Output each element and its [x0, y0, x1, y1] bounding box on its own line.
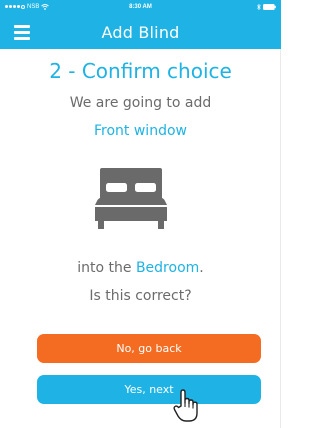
room-line: into the Bedroom. — [0, 260, 281, 276]
room-name: Bedroom — [135, 260, 200, 276]
room-prefix: into the — [77, 260, 136, 276]
page-title: Add Blind — [101, 23, 180, 42]
status-right — [257, 4, 276, 10]
step-title: 2 - Confirm choice — [49, 59, 232, 83]
room-suffix: . — [199, 260, 204, 276]
bluetooth-icon — [257, 4, 261, 10]
status-time: 8:30 AM — [129, 4, 152, 10]
status-bar: NSB 8:30 AM — [0, 0, 281, 16]
blind-name: Front window — [94, 123, 187, 139]
intro-text: We are going to add — [69, 95, 212, 111]
hand-pointer-icon — [173, 389, 198, 422]
confirm-question: Is this correct? — [89, 288, 192, 304]
add-blind-screen: NSB 8:30 AM Add Blind 2 - Confirm choice… — [0, 0, 281, 428]
nav-bar: Add Blind — [0, 16, 281, 49]
go-back-button[interactable]: No, go back — [37, 334, 261, 363]
bed-icon — [95, 168, 167, 229]
battery-icon — [263, 4, 276, 10]
divider — [280, 49, 281, 428]
next-button[interactable]: Yes, next — [37, 375, 261, 404]
